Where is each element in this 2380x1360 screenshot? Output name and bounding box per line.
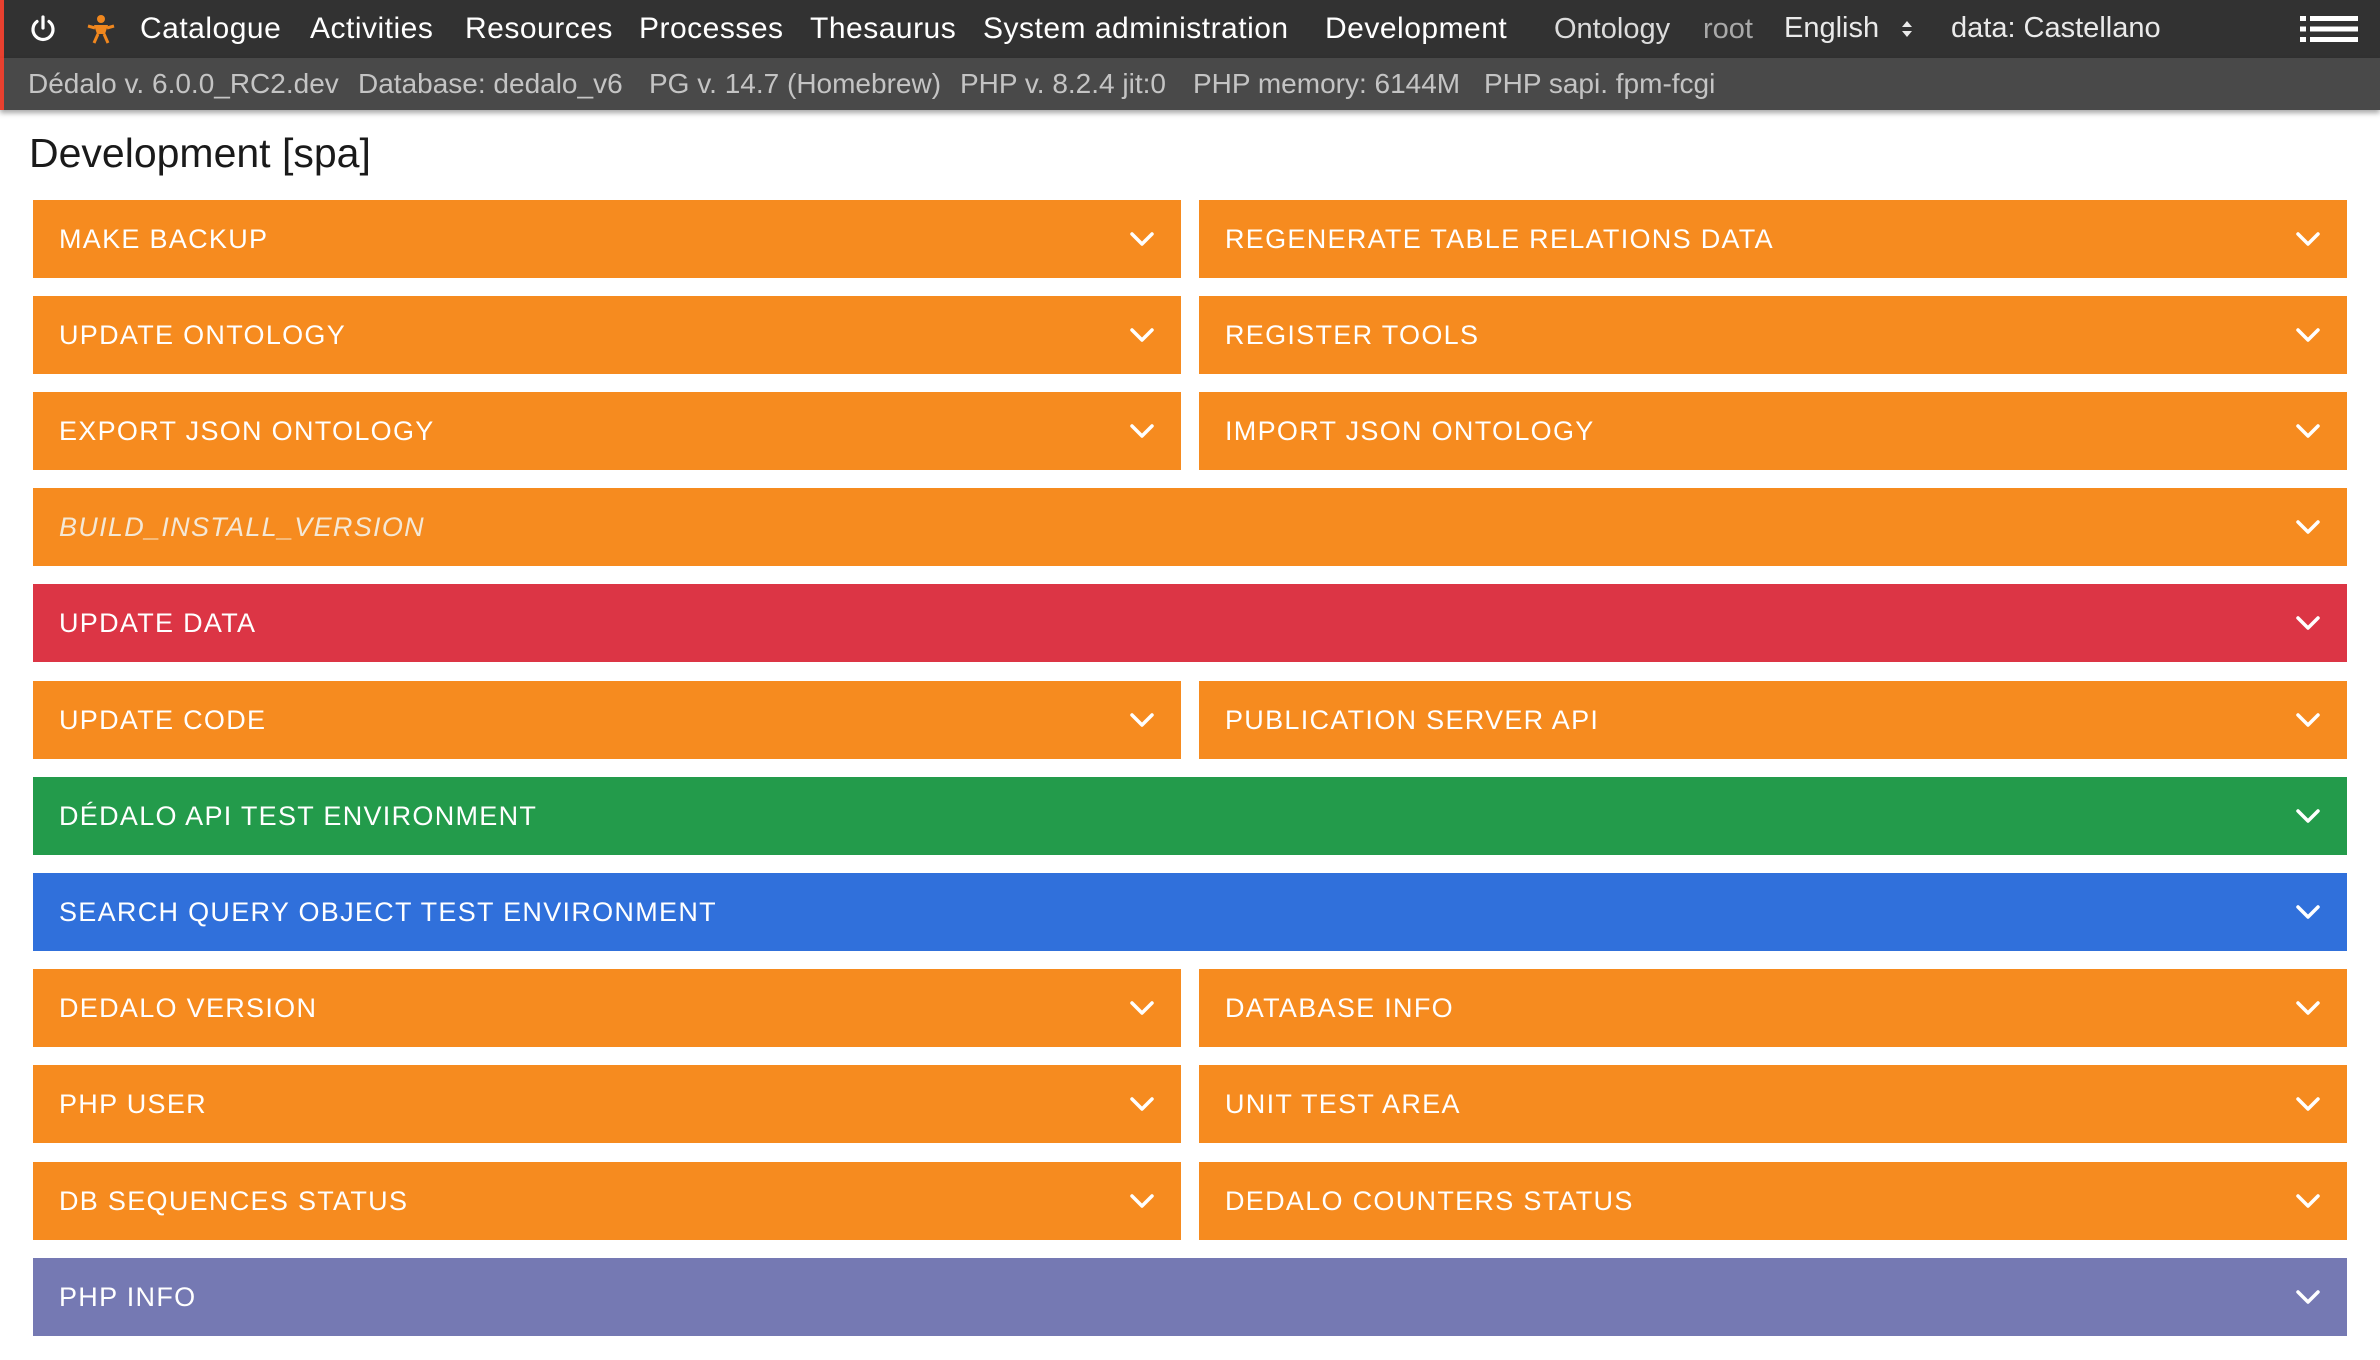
widget-label: DB SEQUENCES STATUS: [59, 1185, 409, 1216]
widget-dedalo-api-test-environment[interactable]: DÉDALO API TEST ENVIRONMENT: [33, 777, 2347, 855]
data-language-select[interactable]: data: Castellano: [1951, 12, 2161, 45]
widget-dedalo-version[interactable]: DEDALO VERSION: [33, 969, 1181, 1047]
menu-item-thesaurus[interactable]: Thesaurus: [810, 12, 956, 46]
menu-item-development[interactable]: Development: [1325, 12, 1507, 46]
widget-label: DATABASE INFO: [1225, 992, 1454, 1023]
widget-db-sequences-status[interactable]: DB SEQUENCES STATUS: [33, 1162, 1181, 1240]
chevron-down-icon: [1130, 713, 1154, 727]
chevron-down-icon: [2296, 1001, 2320, 1015]
top-menu-bar: Catalogue Activities Resources Processes…: [0, 0, 2380, 58]
widget-search-query-object-test-environment[interactable]: SEARCH QUERY OBJECT TEST ENVIRONMENT: [33, 873, 2347, 951]
pg-version-info: PG v. 14.7 (Homebrew): [649, 68, 942, 99]
menu-item-system-administration[interactable]: System administration: [983, 12, 1289, 46]
widget-label: MAKE BACKUP: [59, 223, 269, 254]
widget-label: SEARCH QUERY OBJECT TEST ENVIRONMENT: [59, 896, 717, 927]
widget-php-user[interactable]: PHP USER: [33, 1065, 1181, 1143]
chevron-down-icon: [2296, 1290, 2320, 1304]
chevron-down-icon: [1130, 232, 1154, 246]
chevron-down-icon: [1130, 1001, 1154, 1015]
dedalo-version-info: Dédalo v. 6.0.0_RC2.dev: [28, 68, 339, 99]
chevron-down-icon: [1130, 424, 1154, 438]
widget-unit-test-area[interactable]: UNIT TEST AREA: [1199, 1065, 2347, 1143]
widget-label: DÉDALO API TEST ENVIRONMENT: [59, 800, 538, 831]
widget-regenerate-table-relations-data[interactable]: REGENERATE TABLE RELATIONS DATA: [1199, 200, 2347, 278]
chevron-down-icon: [2296, 809, 2320, 823]
chevron-down-icon: [2296, 424, 2320, 438]
database-info: Database: dedalo_v6: [358, 68, 623, 99]
widget-export-json-ontology[interactable]: EXPORT JSON ONTOLOGY: [33, 392, 1181, 470]
chevron-down-icon: [2296, 713, 2320, 727]
widget-database-info[interactable]: DATABASE INFO: [1199, 969, 2347, 1047]
widget-label: UPDATE CODE: [59, 704, 267, 735]
chevron-down-icon: [2296, 1097, 2320, 1111]
widget-label: DEDALO VERSION: [59, 992, 318, 1023]
widget-php-info[interactable]: PHP INFO: [33, 1258, 2347, 1336]
widget-update-data[interactable]: UPDATE DATA: [33, 584, 2347, 662]
select-arrows-icon[interactable]: [1900, 18, 1914, 40]
widget-register-tools[interactable]: REGISTER TOOLS: [1199, 296, 2347, 374]
chevron-down-icon: [2296, 520, 2320, 534]
widget-label: REGISTER TOOLS: [1225, 319, 1480, 350]
widget-import-json-ontology[interactable]: IMPORT JSON ONTOLOGY: [1199, 392, 2347, 470]
widget-label: DEDALO COUNTERS STATUS: [1225, 1185, 1634, 1216]
chevron-down-icon: [2296, 328, 2320, 342]
widget-dedalo-counters-status[interactable]: DEDALO COUNTERS STATUS: [1199, 1162, 2347, 1240]
page-title: Development [spa]: [29, 130, 371, 176]
widget-build-install-version[interactable]: BUILD_INSTALL_VERSION: [33, 488, 2347, 566]
chevron-down-icon: [2296, 616, 2320, 630]
widget-publication-server-api[interactable]: PUBLICATION SERVER API: [1199, 681, 2347, 759]
chevron-down-icon: [1130, 1097, 1154, 1111]
php-sapi-info: PHP sapi. fpm-fcgi: [1484, 68, 1716, 99]
chevron-down-icon: [2296, 232, 2320, 246]
language-select[interactable]: English: [1784, 12, 1879, 45]
widget-label: REGENERATE TABLE RELATIONS DATA: [1225, 223, 1774, 254]
widget-make-backup[interactable]: MAKE BACKUP: [33, 200, 1181, 278]
user-name[interactable]: root: [1703, 13, 1753, 46]
widget-label: PHP USER: [59, 1088, 207, 1119]
widget-label: PUBLICATION SERVER API: [1225, 704, 1600, 735]
widget-label: IMPORT JSON ONTOLOGY: [1225, 415, 1595, 446]
widget-label: UPDATE DATA: [59, 607, 257, 638]
widget-label: PHP INFO: [59, 1281, 197, 1312]
dedalo-logo-icon[interactable]: [84, 12, 118, 46]
php-memory-info: PHP memory: 6144M: [1193, 68, 1461, 99]
php-version-info: PHP v. 8.2.4 jit:0: [960, 68, 1166, 99]
widget-label: UNIT TEST AREA: [1225, 1088, 1461, 1119]
menu-item-resources[interactable]: Resources: [465, 12, 613, 46]
chevron-down-icon: [2296, 1194, 2320, 1208]
chevron-down-icon: [2296, 905, 2320, 919]
ontology-link[interactable]: Ontology: [1554, 13, 1670, 46]
menu-item-activities[interactable]: Activities: [310, 12, 433, 46]
environment-info-bar: Dédalo v. 6.0.0_RC2.dev Database: dedalo…: [0, 58, 2380, 110]
widget-update-ontology[interactable]: UPDATE ONTOLOGY: [33, 296, 1181, 374]
chevron-down-icon: [1130, 328, 1154, 342]
menu-item-processes[interactable]: Processes: [639, 12, 784, 46]
menu-item-catalogue[interactable]: Catalogue: [140, 12, 281, 46]
chevron-down-icon: [1130, 1194, 1154, 1208]
widget-label: EXPORT JSON ONTOLOGY: [59, 415, 435, 446]
widget-label: UPDATE ONTOLOGY: [59, 319, 347, 350]
power-icon[interactable]: [28, 14, 58, 44]
list-menu-icon[interactable]: [2300, 14, 2358, 44]
widget-label: BUILD_INSTALL_VERSION: [59, 511, 425, 542]
widget-update-code[interactable]: UPDATE CODE: [33, 681, 1181, 759]
